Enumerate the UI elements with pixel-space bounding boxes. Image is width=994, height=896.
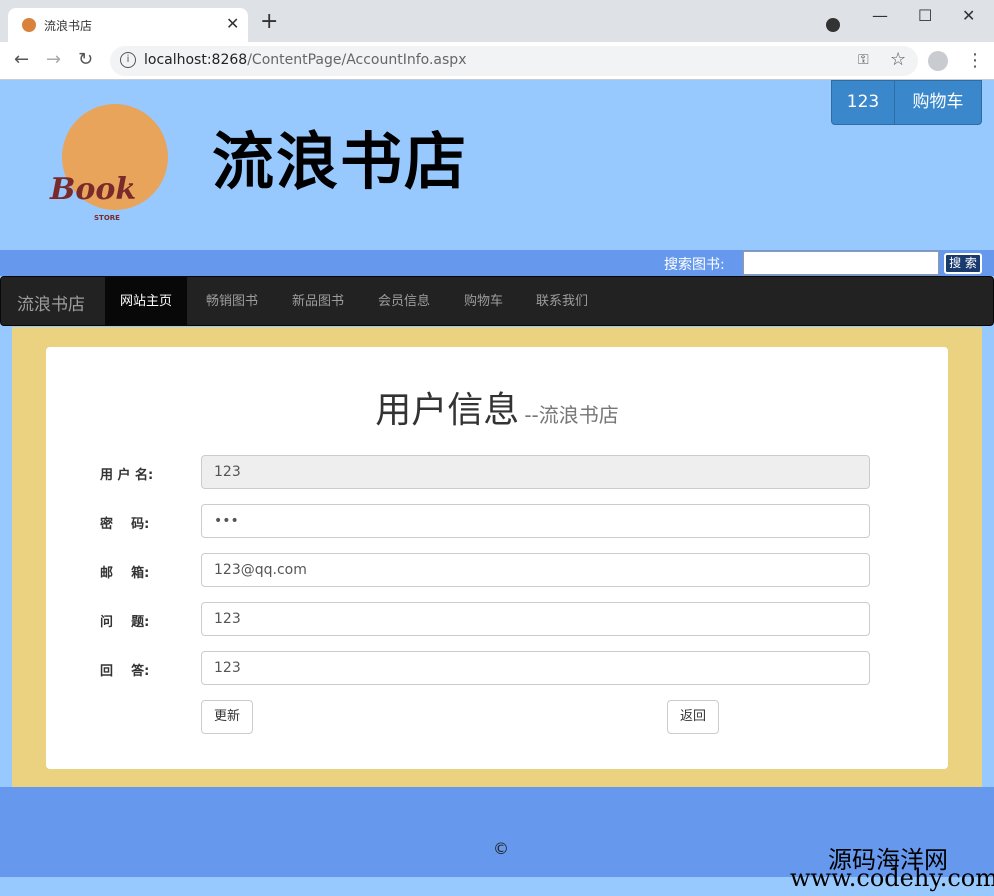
form-row-email: 邮 箱: 123@qq.com <box>46 553 948 587</box>
menu-kebab-icon[interactable]: ⋮ <box>966 50 984 71</box>
url-text: localhost:8268/ContentPage/AccountInfo.a… <box>144 52 466 68</box>
tab-title: 流浪书店 <box>44 19 93 33</box>
url-host: localhost:8268 <box>144 52 248 68</box>
store-logo: Book STORE <box>42 102 172 232</box>
question-label: 问 题: <box>100 615 150 630</box>
back-button[interactable]: 返回 <box>667 700 720 734</box>
cart-count[interactable]: 123 <box>832 81 895 124</box>
forward-icon[interactable]: → <box>46 51 61 69</box>
url-path: /ContentPage/AccountInfo.aspx <box>247 52 467 68</box>
page-title: 用户信息 --流浪书店 <box>46 381 948 433</box>
url-field[interactable]: i localhost:8268/ContentPage/AccountInfo… <box>110 46 918 76</box>
close-window-icon[interactable]: ✕ <box>962 6 975 25</box>
email-label: 邮 箱: <box>100 566 150 581</box>
question-field[interactable]: 123 <box>201 602 870 636</box>
form-row-password: 密 码: ••• <box>46 504 948 538</box>
answer-label: 回 答: <box>100 664 150 679</box>
password-field[interactable]: ••• <box>201 504 870 538</box>
site-title: 流浪书店 <box>212 125 469 198</box>
page-title-sub: --流浪书店 <box>524 403 619 427</box>
nav-item-bestsellers[interactable]: 畅销图书 <box>191 277 273 326</box>
form-row-question: 问 题: 123 <box>46 602 948 636</box>
search-button[interactable]: 搜 索 <box>944 253 982 274</box>
navbar-brand[interactable]: 流浪书店 <box>17 290 85 315</box>
content-frame: 用户信息 --流浪书店 用 户 名: 123 密 码: ••• 邮 箱: 123… <box>12 327 982 787</box>
search-bar: 搜索图书: 搜 索 <box>0 250 994 276</box>
main-navbar: 流浪书店 网站主页 畅销图书 新品图书 会员信息 购物车 联系我们 <box>0 276 994 326</box>
new-tab-icon[interactable]: + <box>260 11 278 33</box>
reload-icon[interactable]: ↻ <box>78 51 93 69</box>
tab-search-icon[interactable] <box>826 18 840 32</box>
minimize-icon[interactable]: — <box>872 6 888 25</box>
password-label: 密 码: <box>100 517 150 532</box>
maximize-icon[interactable]: ☐ <box>918 6 932 25</box>
close-tab-icon[interactable]: ✕ <box>226 14 239 33</box>
form-row-username: 用 户 名: 123 <box>46 455 948 489</box>
answer-field[interactable]: 123 <box>201 651 870 685</box>
info-icon[interactable]: i <box>120 52 136 68</box>
logo-text: Book <box>50 172 137 207</box>
watermark-url: www.codehy.com <box>790 864 994 892</box>
browser-tab[interactable]: 流浪书店 ✕ <box>8 8 248 42</box>
username-field: 123 <box>201 455 870 489</box>
page: Book STORE 流浪书店 123 购物车 搜索图书: 搜 索 流浪书店 网… <box>0 80 994 896</box>
copyright: © <box>493 839 509 858</box>
nav-item-cart[interactable]: 购物车 <box>449 277 518 326</box>
search-label: 搜索图书: <box>664 257 725 273</box>
nav-item-member-info[interactable]: 会员信息 <box>363 277 445 326</box>
nav-item-new-books[interactable]: 新品图书 <box>277 277 359 326</box>
cart-button[interactable]: 123 购物车 <box>831 80 982 125</box>
cart-label[interactable]: 购物车 <box>895 81 981 124</box>
page-title-main: 用户信息 <box>375 390 520 431</box>
profile-avatar-icon[interactable] <box>928 51 948 71</box>
favicon-icon <box>22 18 36 32</box>
update-button[interactable]: 更新 <box>201 700 254 734</box>
logo-subtext: STORE <box>94 214 120 222</box>
nav-item-home[interactable]: 网站主页 <box>105 277 188 326</box>
account-info-panel: 用户信息 --流浪书店 用 户 名: 123 密 码: ••• 邮 箱: 123… <box>46 347 948 769</box>
search-input[interactable] <box>743 251 939 275</box>
form-row-answer: 回 答: 123 <box>46 651 948 685</box>
browser-tab-bar: 流浪书店 ✕ + — ☐ ✕ <box>0 0 994 42</box>
key-icon[interactable]: ⚿ <box>858 52 869 68</box>
back-icon[interactable]: ← <box>14 51 29 69</box>
nav-item-contact[interactable]: 联系我们 <box>521 277 603 326</box>
address-bar: ← → ↻ i localhost:8268/ContentPage/Accou… <box>0 42 994 80</box>
username-label: 用 户 名: <box>100 468 154 483</box>
email-field[interactable]: 123@qq.com <box>201 553 870 587</box>
star-icon[interactable]: ☆ <box>890 49 906 70</box>
